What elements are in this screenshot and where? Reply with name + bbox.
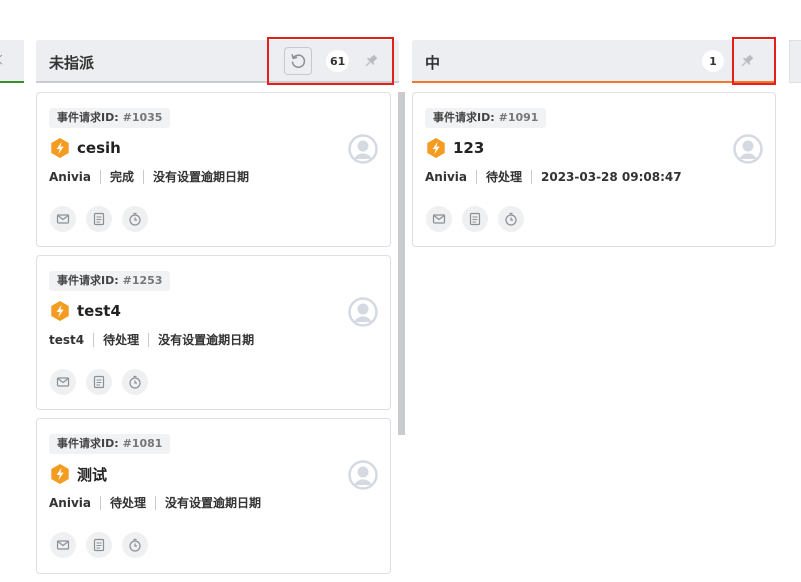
card-actions — [50, 369, 158, 395]
note-button[interactable] — [86, 532, 112, 558]
card-actions — [426, 206, 534, 232]
timer-button[interactable] — [498, 206, 524, 232]
card-title-row: 123 — [425, 137, 484, 159]
ticket-card[interactable]: 事件请求ID: #1081 测试 Anivia 待处理 没有设置逾期日期 — [36, 418, 391, 574]
ticket-title[interactable]: test4 — [77, 302, 121, 320]
column-title: 未指派 — [49, 54, 95, 72]
card-title-row: 测试 — [49, 463, 107, 485]
assignee: test4 — [49, 332, 85, 347]
card-title-row: cesih — [49, 137, 121, 159]
timer-icon — [505, 212, 517, 226]
note-icon — [93, 375, 105, 389]
timer-button[interactable] — [122, 206, 148, 232]
due-date: 没有设置逾期日期 — [165, 496, 262, 510]
timer-button[interactable] — [122, 532, 148, 558]
ticket-id-value: #1081 — [122, 437, 163, 450]
incident-type-icon — [51, 301, 69, 321]
pin-button[interactable] — [357, 47, 385, 75]
mail-button[interactable] — [50, 369, 76, 395]
mail-button[interactable] — [50, 532, 76, 558]
note-icon — [93, 212, 105, 226]
status: 待处理 — [485, 170, 522, 184]
ticket-meta: test4 待处理 没有设置逾期日期 — [49, 331, 254, 348]
ticket-id-label: 事件请求ID: — [433, 111, 495, 124]
column-count-badge: 1 — [702, 50, 724, 72]
timer-icon — [129, 212, 141, 226]
note-button[interactable] — [86, 369, 112, 395]
column-header-medium: 中 1 — [412, 40, 775, 83]
mail-icon — [432, 214, 446, 224]
column-header-partial-right — [789, 40, 801, 83]
mail-button[interactable] — [50, 206, 76, 232]
avatar-icon[interactable] — [733, 134, 763, 164]
avatar-icon[interactable] — [348, 134, 378, 164]
note-button[interactable] — [462, 206, 488, 232]
ticket-card[interactable]: 事件请求ID: #1253 test4 test4 待处理 没有设置逾期日期 — [36, 255, 391, 410]
assignee: Anivia — [425, 169, 467, 184]
column-scrollbar[interactable] — [398, 92, 405, 435]
mail-icon — [56, 377, 70, 387]
ticket-meta: Anivia 待处理 没有设置逾期日期 — [49, 494, 261, 511]
due-date: 2023-03-28 09:08:47 — [541, 169, 682, 184]
ticket-id-chip: 事件请求ID: #1091 — [425, 108, 547, 128]
refresh-button[interactable] — [284, 47, 312, 75]
ticket-card[interactable]: 事件请求ID: #1091 123 Anivia 待处理 2023-03-28 0… — [412, 92, 776, 247]
mail-icon — [56, 540, 70, 550]
ticket-title[interactable]: 测试 — [77, 464, 107, 485]
card-actions — [50, 532, 158, 558]
assignee: Anivia — [49, 495, 91, 510]
assignee: Anivia — [49, 169, 91, 184]
ticket-meta: Anivia 待处理 2023-03-28 09:08:47 — [425, 168, 682, 185]
avatar-icon[interactable] — [348, 297, 378, 327]
timer-button[interactable] — [122, 369, 148, 395]
ticket-id-label: 事件请求ID: — [57, 111, 119, 124]
refresh-icon — [291, 54, 306, 68]
ticket-id-chip: 事件请求ID: #1035 — [49, 108, 171, 128]
note-button[interactable] — [86, 206, 112, 232]
status: 待处理 — [103, 333, 140, 347]
ticket-card[interactable]: 事件请求ID: #1035 cesih Anivia 完成 没有设置逾期日期 — [36, 92, 391, 247]
ticket-id-value: #1035 — [122, 111, 163, 124]
due-date: 没有设置逾期日期 — [158, 333, 255, 347]
ticket-id-chip: 事件请求ID: #1081 — [49, 434, 171, 454]
ticket-title[interactable]: cesih — [77, 139, 121, 157]
ticket-meta: Anivia 完成 没有设置逾期日期 — [49, 168, 249, 185]
ticket-id-chip: 事件请求ID: #1253 — [49, 271, 171, 291]
mail-icon — [56, 214, 70, 224]
column-title: 中 — [425, 54, 441, 72]
timer-icon — [129, 538, 141, 552]
column-header-unassigned: 未指派 61 — [36, 40, 399, 83]
pin-icon — [365, 55, 377, 67]
note-icon — [93, 538, 105, 552]
ticket-id-label: 事件请求ID: — [57, 274, 119, 287]
status: 待处理 — [109, 496, 146, 510]
incident-type-icon — [427, 138, 445, 158]
mail-button[interactable] — [426, 206, 452, 232]
status: 完成 — [109, 170, 134, 184]
ticket-id-value: #1253 — [122, 274, 163, 287]
ticket-title[interactable]: 123 — [453, 139, 484, 157]
note-icon — [469, 212, 481, 226]
incident-type-icon — [51, 464, 69, 484]
card-title-row: test4 — [49, 300, 121, 322]
avatar-icon[interactable] — [348, 460, 378, 490]
card-actions — [50, 206, 158, 232]
incident-type-icon — [51, 138, 69, 158]
timer-icon — [129, 375, 141, 389]
due-date: 没有设置逾期日期 — [153, 170, 250, 184]
ticket-id-value: #1091 — [498, 111, 539, 124]
ticket-id-label: 事件请求ID: — [57, 437, 119, 450]
column-count-badge: 61 — [326, 50, 350, 72]
pin-icon — [741, 55, 753, 67]
pin-button[interactable] — [733, 47, 761, 75]
